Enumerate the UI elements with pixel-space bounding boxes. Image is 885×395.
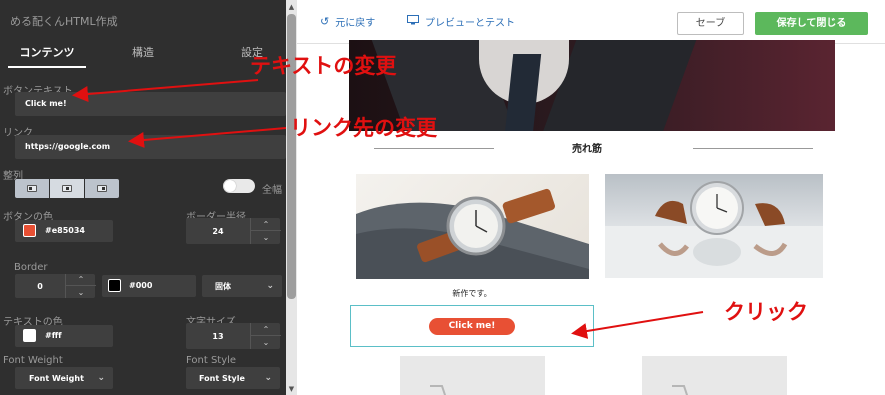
border-radius-value: 24 xyxy=(212,226,224,236)
font-weight-select[interactable]: Font Weight ⌄ xyxy=(15,367,113,389)
border-color-swatch xyxy=(108,279,121,292)
decrement-icon[interactable]: ⌄ xyxy=(251,231,281,244)
text-color-swatch xyxy=(23,329,36,342)
align-right-icon xyxy=(97,185,107,192)
product-image-watch-2[interactable] xyxy=(605,174,823,278)
email-editor: める配くんHTML作成 コンテンツ 構造 設定 ボタンテキスト Click me… xyxy=(0,0,885,395)
tab-structure[interactable]: 構造 xyxy=(108,40,178,68)
product-placeholder-2[interactable] xyxy=(642,356,787,395)
button-text-input[interactable]: Click me! xyxy=(15,92,286,116)
product-caption: 新作です。 xyxy=(452,289,492,298)
font-style-select[interactable]: Font Style ⌄ xyxy=(186,367,280,389)
product-image-watch-1[interactable] xyxy=(356,174,589,279)
align-center-icon xyxy=(62,185,72,192)
undo-icon: ↺ xyxy=(320,15,330,28)
font-style-label: Font Style xyxy=(186,355,237,366)
decrement-icon[interactable]: ⌄ xyxy=(251,336,281,349)
font-weight-value: Font Weight xyxy=(29,373,84,383)
chevron-down-icon: ⌄ xyxy=(97,373,105,383)
border-width-stepper[interactable]: 0 ⌃ ⌄ xyxy=(15,274,96,298)
link-input[interactable]: https://google.com xyxy=(15,135,286,159)
increment-icon[interactable]: ⌃ xyxy=(66,274,96,286)
stepper-arrows: ⌃ ⌄ xyxy=(250,323,281,349)
scroll-up-icon[interactable]: ▲ xyxy=(286,2,297,12)
border-radius-stepper[interactable]: 24 ⌃ ⌄ xyxy=(186,218,281,244)
monitor-icon xyxy=(407,15,419,28)
increment-icon[interactable]: ⌃ xyxy=(251,323,281,336)
annotation-click: クリック xyxy=(724,300,808,324)
annotation-link-change: リンク先の変更 xyxy=(290,116,437,140)
section-divider-right xyxy=(693,148,813,149)
annotation-text-change: テキストの変更 xyxy=(250,54,397,78)
font-weight-label: Font Weight xyxy=(3,355,63,366)
align-left-button[interactable] xyxy=(15,179,50,198)
align-right-button[interactable] xyxy=(85,179,119,198)
section-title: 売れ筋 xyxy=(572,144,602,155)
chevron-down-icon: ⌄ xyxy=(266,281,274,291)
align-left-icon xyxy=(27,185,37,192)
full-width-label: 全幅 xyxy=(262,185,282,196)
button-color-swatch xyxy=(23,224,36,237)
sidebar-tabs: コンテンツ 構造 設定 xyxy=(0,40,286,68)
font-size-stepper[interactable]: 13 ⌃ ⌄ xyxy=(186,323,281,349)
border-label: Border xyxy=(14,262,48,273)
align-center-button[interactable] xyxy=(50,179,85,198)
font-size-value: 13 xyxy=(212,331,224,341)
font-style-value: Font Style xyxy=(199,373,245,383)
scroll-down-icon[interactable]: ▼ xyxy=(286,384,297,394)
border-style-value: 固体 xyxy=(215,281,231,291)
app-title: める配くんHTML作成 xyxy=(10,15,118,28)
tab-contents[interactable]: コンテンツ xyxy=(8,40,86,68)
save-and-close-button[interactable]: 保存して閉じる xyxy=(755,12,868,35)
undo-button[interactable]: ↺ 元に戻す xyxy=(320,14,375,29)
border-style-select[interactable]: 固体 ⌄ xyxy=(202,275,282,297)
save-button[interactable]: セーブ xyxy=(677,12,744,35)
border-width-value: 0 xyxy=(37,281,43,291)
align-button-group xyxy=(15,179,119,198)
section-divider-left xyxy=(374,148,494,149)
preview-label: プレビューとテスト xyxy=(425,18,515,29)
increment-icon[interactable]: ⌃ xyxy=(251,218,281,231)
product-placeholder-1[interactable] xyxy=(400,356,545,395)
email-preview-canvas: 売れ筋 新作です。 Click me! xyxy=(297,40,885,395)
properties-sidebar: める配くんHTML作成 コンテンツ 構造 設定 ボタンテキスト Click me… xyxy=(0,0,286,395)
toggle-knob xyxy=(224,180,236,192)
editor-toolbar: ↺ 元に戻す プレビューとテスト セーブ 保存して閉じる xyxy=(297,0,885,44)
undo-label: 元に戻す xyxy=(335,18,376,29)
cta-button[interactable]: Click me! xyxy=(429,318,515,335)
decrement-icon[interactable]: ⌄ xyxy=(66,286,96,298)
preview-button[interactable]: プレビューとテスト xyxy=(407,14,515,29)
stepper-arrows: ⌃ ⌄ xyxy=(65,274,96,298)
stepper-arrows: ⌃ ⌄ xyxy=(250,218,281,244)
full-width-toggle[interactable] xyxy=(223,179,255,193)
chevron-down-icon: ⌄ xyxy=(264,373,272,383)
